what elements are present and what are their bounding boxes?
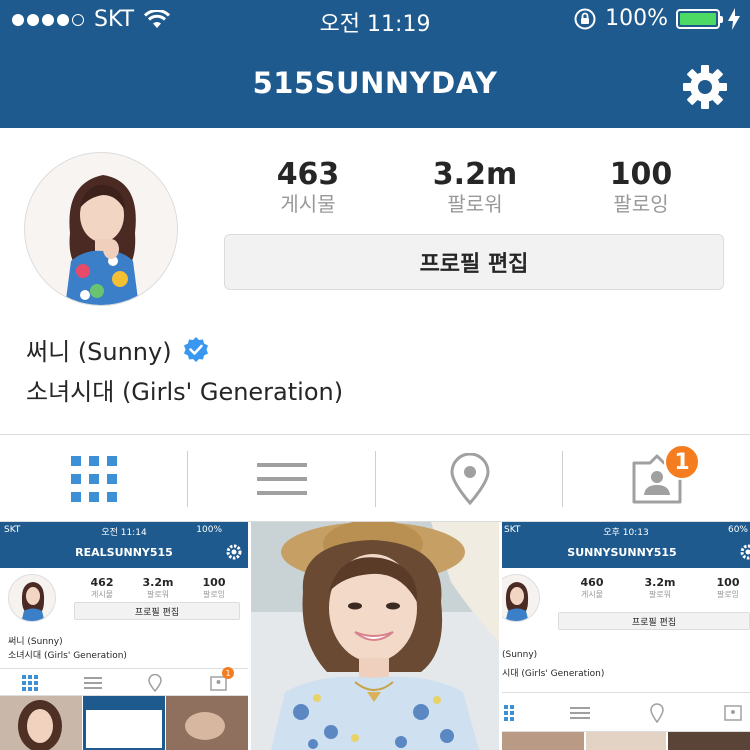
mini-thumbnails	[0, 696, 248, 750]
mini-tabs: 1	[0, 667, 248, 696]
notification-badge: 1	[664, 444, 700, 480]
mini-battery: 100%	[196, 525, 222, 535]
posts-count-value: 463	[276, 157, 340, 192]
mini-battery: 60%	[727, 525, 748, 535]
posts-grid: SKT 오전 11:14 100% REALSUNNY515 462 게시물 3.…	[0, 522, 750, 750]
mini-bio: 소녀시대 (Girls' Generation)	[8, 651, 127, 661]
top-bar: SKT 오전 11:19 100% 515SUNNYDAY	[0, 0, 750, 128]
mini-edit-button: 프로필 편집	[74, 602, 240, 620]
mini-tagged-icon	[724, 705, 742, 721]
settings-gear-icon[interactable]	[682, 64, 728, 110]
status-bar: SKT 오전 11:19 100%	[0, 0, 750, 40]
battery-icon	[676, 8, 723, 29]
profile-tab-bar	[0, 434, 750, 522]
post-profile-screenshot: SKT 오전 11:14 100% REALSUNNY515 462 게시물 3.…	[0, 522, 248, 750]
post-profile-screenshot: SKT 오후 10:13 60% SUNNYSUNNY515 460 게시물 3.…	[502, 522, 750, 750]
mini-stat: 462 게시물	[90, 576, 114, 599]
posts-count[interactable]: 463 게시물	[238, 157, 378, 217]
mini-edit-button: 프로필 편집	[558, 612, 750, 630]
grid-icon	[70, 456, 117, 502]
posts-count-label: 게시물	[280, 192, 336, 216]
post-photo	[251, 522, 499, 750]
mini-stat: 3.2m 팔로워	[644, 576, 676, 599]
mini-bio: 시대 (Girls' Generation)	[502, 669, 605, 679]
rotation-lock-icon	[574, 8, 596, 29]
mini-avatar	[8, 574, 56, 622]
mini-tabs	[502, 692, 750, 732]
mini-time: 오후 10:13	[603, 528, 649, 538]
tab-list-view[interactable]	[188, 435, 375, 523]
mini-avatar	[502, 574, 540, 622]
mini-grid-icon	[504, 705, 514, 721]
following-count[interactable]: 100 팔로잉	[571, 157, 711, 217]
profile-bio: 소녀시대 (Girls' Generation)	[26, 378, 344, 406]
profile-name-row: 써니 (Sunny)	[26, 332, 210, 367]
mini-username: SUNNYSUNNY515	[567, 546, 677, 559]
mini-top-bar: SKT 오전 11:14 100% REALSUNNY515	[0, 522, 248, 568]
mini-pin-icon	[148, 674, 162, 692]
edit-profile-button[interactable]: 프로필 편집	[224, 234, 724, 290]
followers-count-label: 팔로워	[447, 192, 503, 216]
mini-stat: 460 게시물	[580, 576, 604, 599]
tab-grid-view[interactable]	[0, 435, 187, 523]
location-pin-icon	[449, 453, 490, 505]
mini-gear-icon	[226, 544, 242, 560]
charging-bolt-icon	[728, 7, 740, 30]
following-count-label: 팔로잉	[613, 192, 669, 216]
avatar-portrait	[25, 153, 177, 305]
followers-count[interactable]: 3.2m 팔로워	[405, 157, 545, 217]
profile-username-title: 515SUNNYDAY	[252, 66, 498, 100]
mini-name: 써니 (Sunny)	[8, 637, 63, 647]
verified-badge-icon	[183, 336, 208, 362]
mini-gear-icon	[740, 544, 750, 560]
mini-stat: 3.2m 팔로워	[142, 576, 174, 599]
mini-badge: 1	[222, 667, 234, 679]
post-thumbnail[interactable]	[251, 522, 499, 750]
mini-name: (Sunny)	[502, 650, 538, 660]
mini-top-bar: SKT 오후 10:13 60% SUNNYSUNNY515	[502, 522, 750, 568]
mini-pin-icon	[650, 703, 664, 723]
mini-list-icon	[570, 707, 590, 719]
battery-percent: 100%	[605, 6, 668, 31]
mini-stat: 100 팔로잉	[716, 576, 740, 599]
tab-location-view[interactable]	[376, 435, 563, 523]
following-count-value: 100	[609, 157, 673, 192]
mini-grid-icon	[22, 675, 38, 691]
mini-stat: 100 팔로잉	[202, 576, 226, 599]
post-thumbnail[interactable]: SKT 오후 10:13 60% SUNNYSUNNY515 460 게시물 3.…	[502, 522, 750, 750]
mini-list-icon	[84, 677, 102, 689]
list-icon	[256, 463, 307, 495]
profile-display-name: 써니 (Sunny)	[26, 338, 172, 366]
post-thumbnail[interactable]: SKT 오전 11:14 100% REALSUNNY515 462 게시물 3.…	[0, 522, 248, 750]
profile-avatar[interactable]	[24, 152, 178, 306]
mini-thumbnails	[502, 732, 750, 750]
mini-username: REALSUNNY515	[75, 546, 173, 559]
battery-area: 100%	[573, 6, 740, 31]
followers-count-value: 3.2m	[432, 157, 518, 192]
tab-tagged-photos[interactable]	[563, 435, 750, 523]
